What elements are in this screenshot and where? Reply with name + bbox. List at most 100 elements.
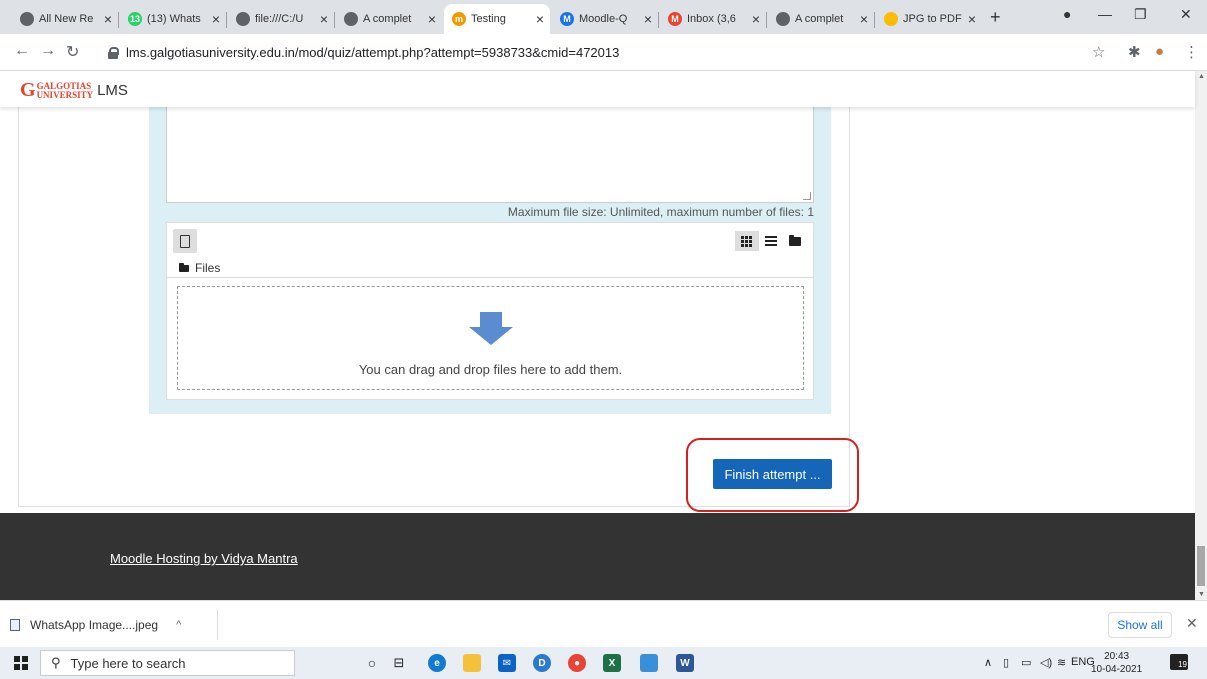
photos-icon[interactable] [640,654,658,672]
view-list-button[interactable] [759,231,783,251]
view-tree-button[interactable] [783,231,807,251]
scroll-down-icon[interactable]: ▼ [1198,591,1205,598]
tab-separator [766,12,767,28]
browser-tab[interactable]: A complet × [336,4,442,34]
system-clock[interactable]: 20:43 10-04-2021 [1091,650,1142,676]
drop-hint-text: You can drag and drop files here to add … [358,362,623,377]
lock-icon [108,47,119,59]
tab-title: A complet [795,13,844,25]
forward-icon[interactable]: → [40,42,56,60]
tab-favicon-icon [344,12,358,26]
scroll-thumb[interactable] [1197,546,1205,586]
resize-handle-icon[interactable] [803,192,811,200]
image-file-icon [10,619,20,631]
tab-favicon-icon: M [668,12,682,26]
file-explorer-icon[interactable] [463,654,481,672]
tray-chevron-icon[interactable]: ∧ [984,656,992,669]
scroll-up-icon[interactable]: ▲ [1198,73,1205,80]
page-content: Maximum file size: Unlimited, maximum nu… [0,107,1195,600]
file-drop-zone[interactable]: You can drag and drop files here to add … [177,286,804,390]
tab-favicon-icon [776,12,790,26]
minimize-icon[interactable]: — [1098,6,1112,22]
tab-close-icon[interactable]: × [104,11,112,27]
bookmark-star-icon[interactable]: ☆ [1092,43,1105,61]
excel-icon[interactable]: X [603,654,621,672]
taskbar-search[interactable]: ⚲ Type here to search [40,650,295,676]
file-path-label: Files [195,261,221,275]
notification-center-icon[interactable]: 19 [1170,654,1188,670]
new-tab-button[interactable]: + [990,7,1001,28]
tab-favicon-icon [20,12,34,26]
network-icon[interactable]: ▭ [1021,656,1031,669]
volume-icon[interactable]: ◁) [1040,656,1052,669]
download-bar: WhatsApp Image....jpeg ^ Show all ✕ [0,600,1207,647]
battery-icon[interactable]: ▯ [1003,656,1009,669]
menu-kebab-icon[interactable]: ⋮ [1184,43,1199,61]
download-item[interactable]: WhatsApp Image....jpeg ^ [10,610,218,640]
task-view-icon[interactable]: ⊟ [390,654,408,672]
browser-toolbar: ← → ↻ lms.galgotiasuniversity.edu.in/mod… [0,34,1207,71]
view-icons-button[interactable] [735,231,759,251]
browser-tab[interactable]: M Moodle-Q × [552,4,658,34]
tab-title: file:///C:/U [255,13,304,25]
site-logo[interactable]: G GALGOTIAS UNIVERSITY LMS [20,79,128,102]
tab-close-icon[interactable]: × [212,11,220,27]
word-icon[interactable]: W [676,654,694,672]
chevron-up-icon[interactable]: ^ [176,619,181,631]
dell-icon[interactable]: D [533,654,551,672]
page-scrollbar[interactable]: ▲ ▼ [1195,71,1207,600]
folder-icon [789,234,801,246]
browser-tab-strip: All New Re × 13 (13) Whats × file:///C:/U × A c… [0,0,1207,34]
tab-close-icon[interactable]: × [752,11,760,27]
profile-icon[interactable]: ● [1063,6,1071,22]
close-window-icon[interactable]: ✕ [1180,6,1192,23]
add-file-button[interactable] [173,229,197,253]
tab-close-icon[interactable]: × [428,11,436,27]
finish-attempt-button[interactable]: Finish attempt ... [713,459,832,489]
restore-icon[interactable]: ❐ [1134,6,1147,23]
tab-title: Inbox (3,6 [687,13,736,25]
logo-university-text: GALGOTIAS UNIVERSITY [36,80,94,100]
tab-close-icon[interactable]: × [536,11,544,27]
clock-time: 20:43 [1104,651,1130,662]
edge-icon[interactable]: e [428,654,446,672]
tab-separator [118,12,119,28]
tab-separator [658,12,659,28]
logo-g: G [20,79,36,101]
wifi-icon[interactable]: ≋ [1057,656,1066,669]
show-all-button[interactable]: Show all [1108,612,1172,638]
answer-textarea[interactable] [166,107,814,203]
profile-avatar-icon[interactable]: ● [1155,43,1164,60]
reload-icon[interactable]: ↻ [66,42,79,62]
tab-favicon-icon [884,12,898,26]
chrome-icon[interactable]: ● [568,654,586,672]
moodle-hosting-link[interactable]: Moodle Hosting by Vidya Mantra [110,551,298,566]
extensions-icon[interactable]: ✱ [1128,43,1141,61]
browser-tab[interactable]: m Testing × [444,4,550,34]
tab-close-icon[interactable]: × [320,11,328,27]
tab-close-icon[interactable]: × [860,11,868,27]
logo-lms-text: LMS [97,82,128,99]
browser-tab[interactable]: JPG to PDF × [876,4,982,34]
browser-tab[interactable]: A complet × [768,4,874,34]
browser-tab[interactable]: All New Re × [12,4,118,34]
file-icon [180,234,190,248]
browser-tab[interactable]: file:///C:/U × [228,4,334,34]
file-path[interactable]: Files [179,261,220,275]
tab-close-icon[interactable]: × [644,11,652,27]
windows-start-icon[interactable] [14,656,28,670]
tab-close-icon[interactable]: × [968,11,976,27]
cortana-icon[interactable]: ○ [363,654,381,672]
site-footer: Moodle Hosting by Vidya Mantra [0,513,1195,600]
browser-tab[interactable]: 13 (13) Whats × [120,4,226,34]
tab-separator [874,12,875,28]
search-icon: ⚲ [51,655,61,670]
back-icon[interactable]: ← [14,42,30,60]
max-file-size-text: Maximum file size: Unlimited, maximum nu… [507,205,814,219]
mail-icon[interactable]: ✉ [498,654,516,672]
browser-tab[interactable]: M Inbox (3,6 × [660,4,766,34]
divider [167,277,813,278]
close-download-bar-icon[interactable]: ✕ [1186,615,1198,632]
address-bar[interactable]: lms.galgotiasuniversity.edu.in/mod/quiz/… [108,39,1078,66]
taskbar-search-placeholder: Type here to search [70,655,186,671]
